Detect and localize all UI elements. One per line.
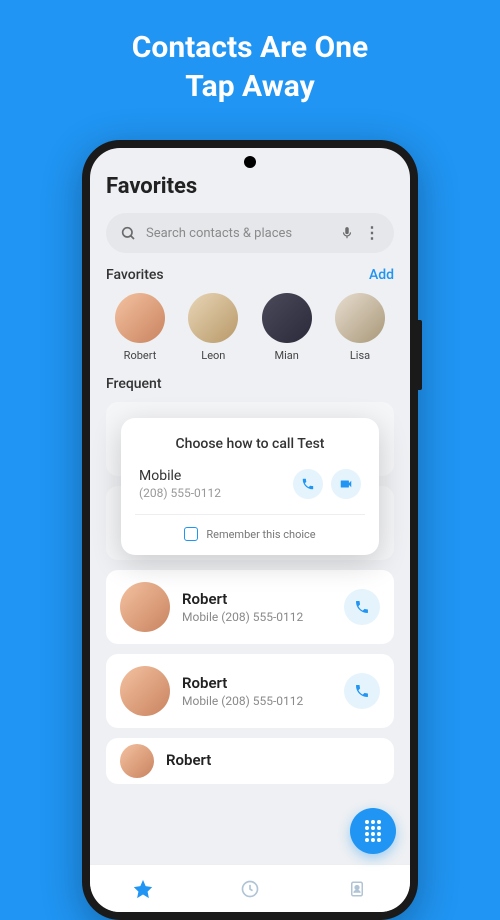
favorite-name: Leon (201, 349, 225, 362)
remember-checkbox[interactable] (184, 527, 198, 541)
avatar (120, 666, 170, 716)
favorite-name: Lisa (350, 349, 370, 362)
contact-info: Robert (166, 751, 380, 771)
app-content: Favorites Search contacts & places ⋮ Fav… (90, 148, 410, 912)
call-dialog: Choose how to call Test Mobile (208) 555… (121, 418, 379, 555)
contact-detail: Mobile (208) 555-0112 (182, 694, 332, 708)
frequent-section-header: Frequent (106, 376, 394, 392)
dialpad-fab[interactable] (350, 808, 396, 854)
avatar (115, 293, 165, 343)
contact-info: Robert Mobile (208) 555-0112 (182, 674, 332, 708)
mic-icon[interactable] (340, 226, 354, 240)
favorites-section-header: Favorites Add (106, 267, 394, 283)
contact-card[interactable]: Robert (106, 738, 394, 784)
more-icon[interactable]: ⋮ (364, 225, 380, 241)
contact-info: Robert Mobile (208) 555-0112 (182, 590, 332, 624)
add-favorite-button[interactable]: Add (369, 267, 394, 283)
favorites-label: Favorites (106, 267, 164, 283)
dialog-option[interactable]: Mobile (208) 555-0112 (121, 468, 379, 514)
promo-line-1: Contacts Are One (20, 28, 480, 67)
search-icon (120, 225, 136, 241)
dialog-divider (135, 514, 365, 515)
contact-card[interactable]: Robert Mobile (208) 555-0112 (106, 654, 394, 728)
avatar (120, 582, 170, 632)
avatar (188, 293, 238, 343)
dialog-option-number: (208) 555-0112 (139, 486, 221, 500)
dialog-option-actions (293, 469, 361, 499)
dialog-option-text: Mobile (208) 555-0112 (139, 468, 221, 500)
video-call-button[interactable] (331, 469, 361, 499)
call-button[interactable] (344, 589, 380, 625)
contact-name: Robert (166, 751, 380, 769)
avatar (120, 744, 154, 778)
favorite-item[interactable]: Leon (181, 293, 245, 362)
voice-call-button[interactable] (293, 469, 323, 499)
favorite-item[interactable]: Robert (108, 293, 172, 362)
contact-detail: Mobile (208) 555-0112 (182, 610, 332, 624)
favorite-name: Robert (124, 349, 157, 362)
power-button (418, 320, 422, 390)
dialog-option-label: Mobile (139, 468, 221, 484)
contact-card[interactable]: Robert Mobile (208) 555-0112 (106, 570, 394, 644)
keypad-icon (365, 820, 381, 842)
phone-screen: Favorites Search contacts & places ⋮ Fav… (90, 148, 410, 912)
search-bar[interactable]: Search contacts & places ⋮ (106, 213, 394, 253)
remember-label: Remember this choice (206, 528, 315, 541)
contact-name: Robert (182, 674, 332, 692)
phone-frame: Favorites Search contacts & places ⋮ Fav… (82, 140, 418, 920)
favorite-item[interactable]: Lisa (328, 293, 392, 362)
promo-line-2: Tap Away (20, 67, 480, 106)
favorites-row: Robert Leon Mian Lisa (106, 293, 394, 362)
favorite-item[interactable]: Mian (255, 293, 319, 362)
frequent-label: Frequent (106, 376, 162, 392)
promo-header: Contacts Are One Tap Away (0, 0, 500, 106)
camera-cutout (244, 156, 256, 168)
dialog-title: Choose how to call Test (121, 436, 379, 452)
remember-row[interactable]: Remember this choice (121, 527, 379, 541)
call-button[interactable] (344, 673, 380, 709)
search-placeholder: Search contacts & places (146, 226, 330, 241)
call-dialog-overlay: Choose how to call Test Mobile (208) 555… (90, 418, 410, 555)
bottom-nav (90, 864, 410, 912)
contact-name: Robert (182, 590, 332, 608)
favorite-name: Mian (274, 349, 298, 362)
page-title: Favorites (106, 174, 394, 199)
avatar (262, 293, 312, 343)
avatar (335, 293, 385, 343)
